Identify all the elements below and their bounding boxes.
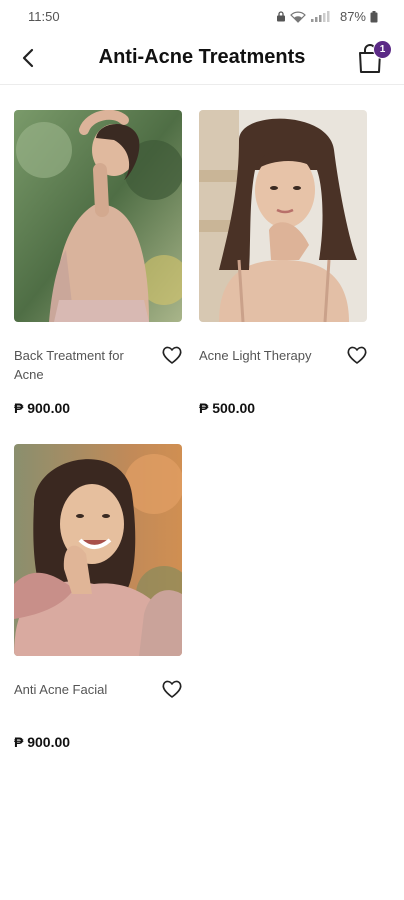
status-icons: 87% xyxy=(276,9,378,24)
favorite-button[interactable] xyxy=(160,677,184,701)
wifi-icon xyxy=(290,11,306,23)
lock-icon xyxy=(276,11,285,22)
status-bar: 11:50 87% xyxy=(0,0,404,34)
back-arrow-icon xyxy=(22,48,34,68)
favorite-button[interactable] xyxy=(345,343,369,367)
heart-icon xyxy=(162,680,182,698)
signal-icon xyxy=(310,11,330,22)
product-price: ₱ 900.00 xyxy=(14,400,71,416)
product-price: ₱ 900.00 xyxy=(14,734,71,750)
product-name[interactable]: Acne Light Therapy xyxy=(199,346,329,365)
product-image[interactable] xyxy=(199,110,367,322)
product-name[interactable]: Back Treatment for Acne xyxy=(14,346,154,384)
back-button[interactable] xyxy=(14,44,42,72)
product-card[interactable]: Back Treatment for Acne ₱ 900.00 xyxy=(14,110,184,420)
status-time: 11:50 xyxy=(28,9,60,24)
page-title: Anti-Acne Treatments xyxy=(98,46,306,68)
product-name[interactable]: Anti Acne Facial xyxy=(14,680,154,699)
product-card[interactable]: Acne Light Therapy ₱ 500.00 xyxy=(199,110,369,420)
product-image[interactable] xyxy=(14,444,182,656)
header-divider xyxy=(0,84,404,85)
heart-icon xyxy=(347,346,367,364)
favorite-button[interactable] xyxy=(160,343,184,367)
heart-icon xyxy=(162,346,182,364)
cart-count-badge: 1 xyxy=(373,40,392,59)
product-card[interactable]: Anti Acne Facial ₱ 900.00 xyxy=(14,444,184,754)
battery-percent: 87% xyxy=(339,9,366,24)
app-bar: Anti-Acne Treatments 1 xyxy=(0,34,404,82)
product-price: ₱ 500.00 xyxy=(199,400,256,416)
cart-button[interactable]: 1 xyxy=(352,40,392,76)
battery-icon xyxy=(370,10,378,22)
product-image[interactable] xyxy=(14,110,182,322)
